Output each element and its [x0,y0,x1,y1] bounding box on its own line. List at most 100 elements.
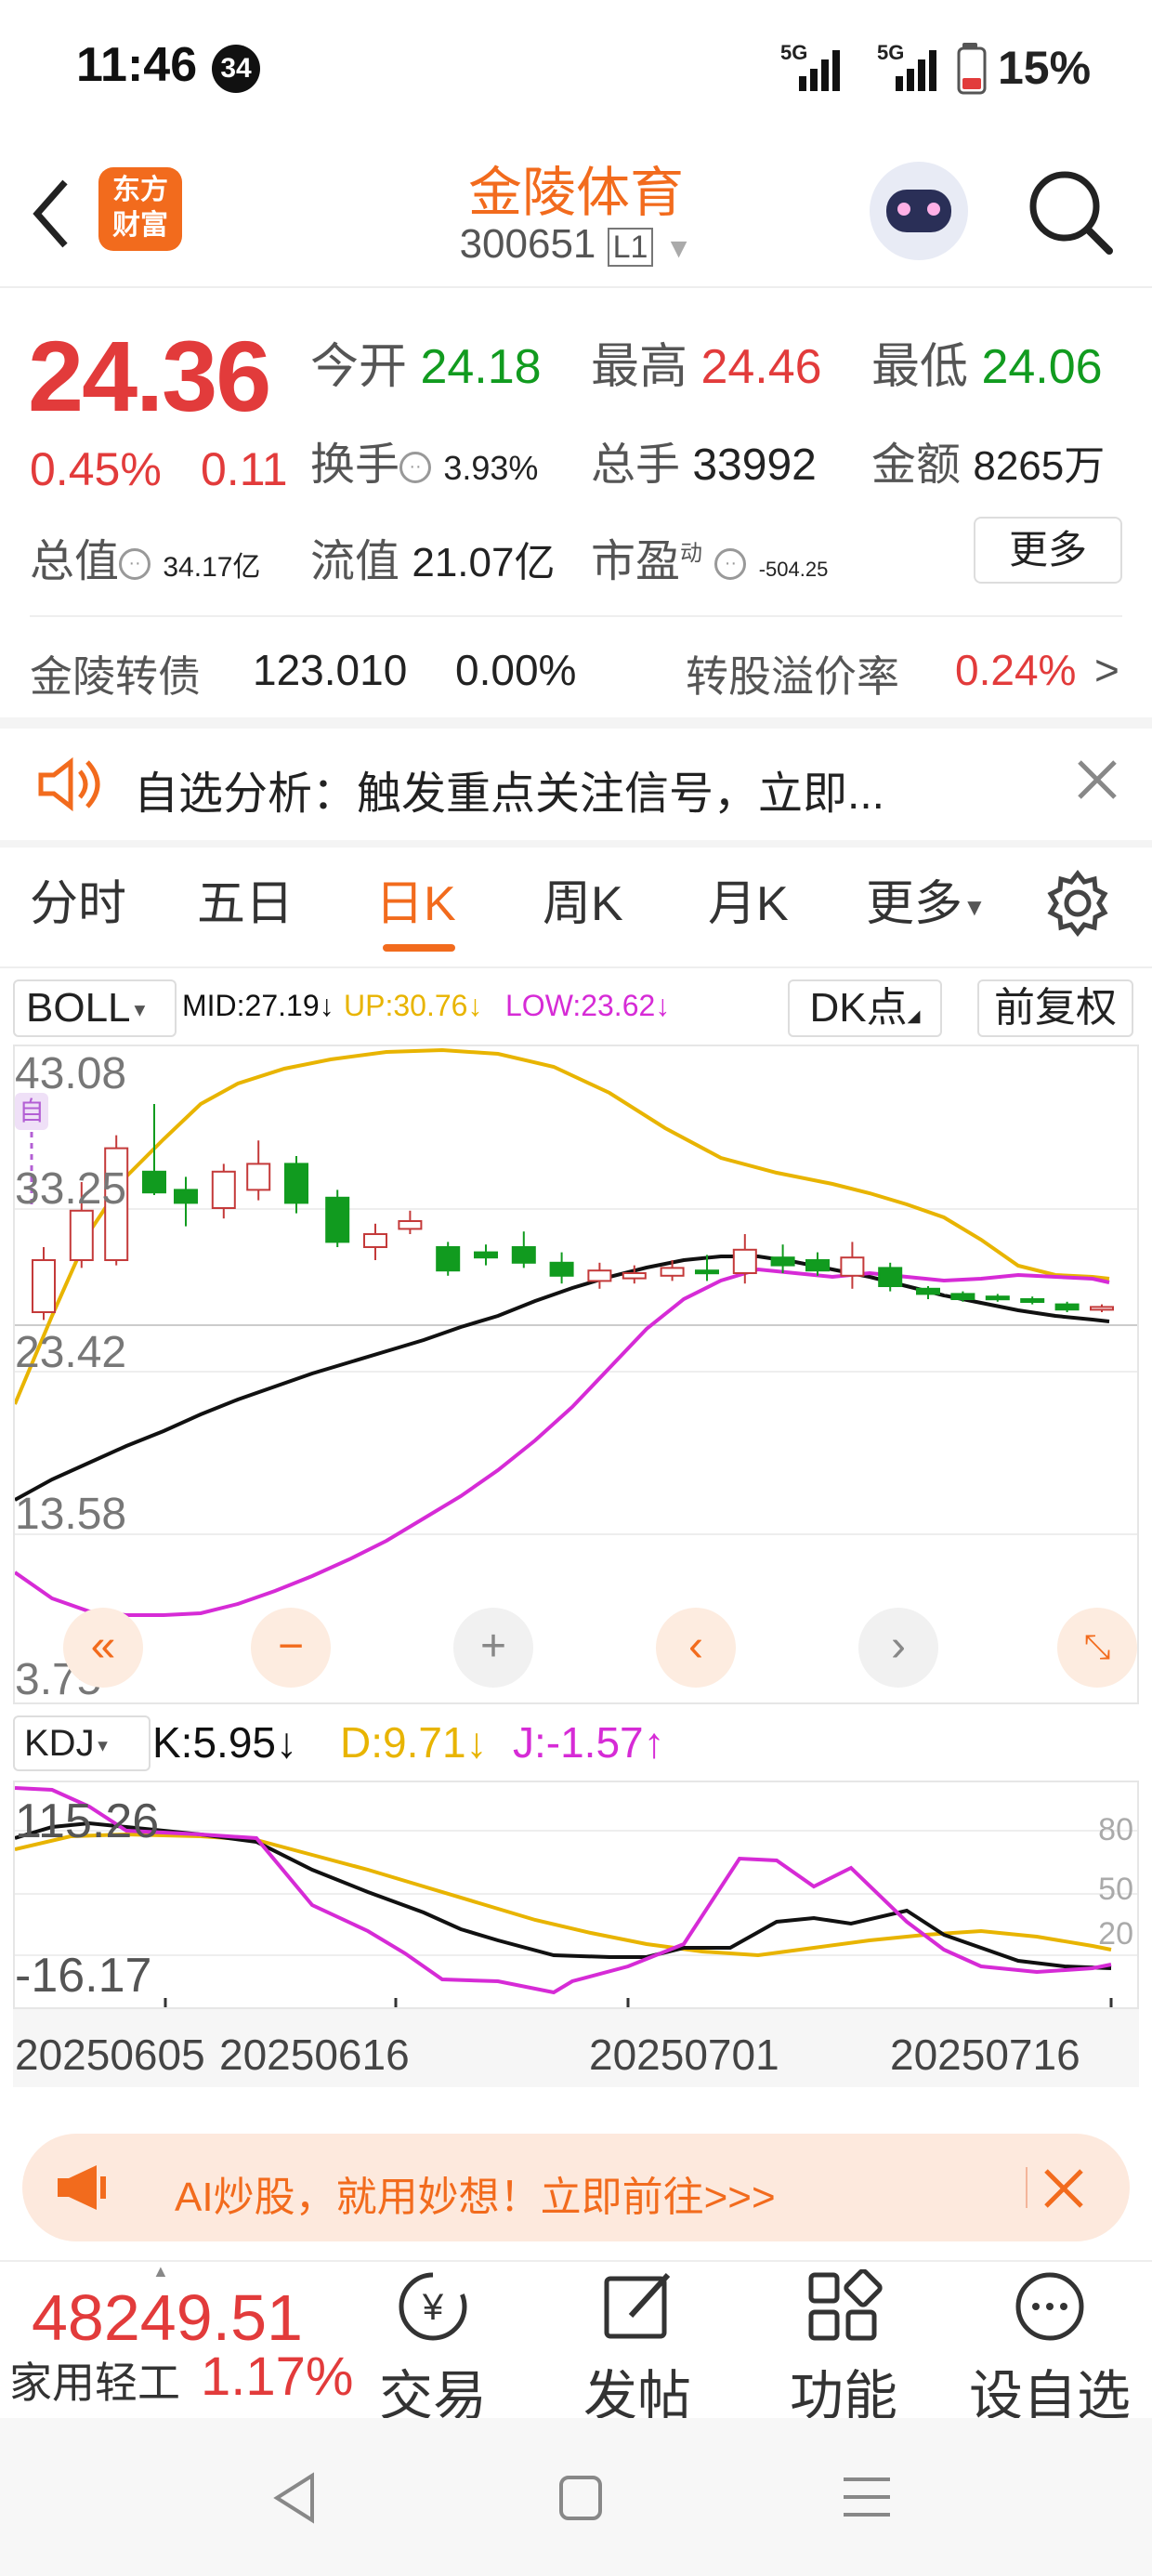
candle-body [985,1295,1010,1301]
stock-code-row[interactable]: 300651 L1 ▼ [0,221,1152,268]
candle-body [436,1246,461,1272]
candle-body [511,1246,536,1264]
premium-value: 0.24% [955,646,1077,694]
more-dots-icon [1015,2272,1084,2341]
dk-point-button[interactable]: DK点◢ [788,979,942,1037]
pe-value: -504.25 [758,558,829,581]
kdj-level-80: 80 [1098,1812,1133,1847]
nav-post[interactable]: 发帖 [544,2269,730,2430]
boll-low-line [15,1267,1110,1617]
status-time: 11:46 [76,38,198,92]
pan-right-icon[interactable]: › [858,1608,938,1688]
kline-chart[interactable]: 43.08 33.25 23.42 13.58 3.75 自 « − + ‹ ›… [13,1045,1139,1704]
active-tab-indicator [383,944,455,952]
tab-weekly-k[interactable]: 周K [543,864,623,934]
amount-label: 金额 [871,440,962,490]
ai-ad-banner[interactable]: AI炒股，就用妙想！立即前往>>> [22,2134,1130,2241]
speaker-icon [38,756,100,812]
system-nav-bar [0,2418,1152,2576]
more-button[interactable]: 更多 [974,517,1122,584]
bond-price: 123.010 [253,646,408,694]
level-badge: L1 [607,228,654,267]
kdj-d: D:9.71↓ [340,1718,488,1767]
app-header: 东方 财富 金陵体育 300651 L1 ▼ [0,139,1152,288]
system-home-icon[interactable] [557,2472,604,2524]
stock-code: 300651 [459,221,596,267]
nav-trade[interactable]: ¥ 交易 [340,2269,526,2430]
system-menu-icon[interactable] [842,2474,892,2520]
date-label-4: 20250716 [890,2031,1080,2079]
rewind-icon[interactable]: « [63,1608,143,1688]
index-change: 1.17% [201,2346,354,2407]
index-name: 家用轻工 [9,2359,180,2407]
boll-mid-line [15,1255,1110,1502]
candle-body [284,1163,308,1204]
nav-functions[interactable]: 功能 [751,2268,936,2430]
tab-daily-k[interactable]: 日K [375,864,456,934]
candle-body [549,1261,574,1277]
candle-body [1054,1303,1080,1311]
search-icon[interactable] [1026,165,1115,258]
self-select-tag: 自 [15,1093,48,1130]
y-label-2: 33.25 [15,1164,127,1214]
zoom-in-icon[interactable]: + [453,1608,533,1688]
fullscreen-icon[interactable]: ⤡ [1057,1608,1137,1688]
candle-body [1090,1306,1114,1311]
close-icon[interactable] [1076,758,1119,801]
stock-name[interactable]: 金陵体育 [0,149,1152,227]
nav-add-watchlist[interactable]: 设自选 [957,2269,1143,2430]
high-value: 24.46 [700,340,822,394]
boll-legend: BOLL▼ MID:27.19↓ UP:30.76↓ LOW:23.62↓ DK… [13,976,1139,1037]
date-label-2: 20250616 [214,2030,410,2080]
open-label: 今开 [310,340,408,394]
chevron-down-icon: ▼ [94,1736,111,1755]
amount-row: 金额 8265万 [871,427,1105,493]
y-label-1: 43.08 [15,1049,127,1098]
candle-body [1020,1298,1045,1303]
close-icon[interactable] [1042,2167,1085,2210]
candle-body [660,1267,685,1277]
notice-bar[interactable]: 自选分析：触发重点关注信号，立即... [0,729,1152,840]
settings-gear-icon[interactable] [1044,870,1111,937]
notice-text: 自选分析：触发重点关注信号，立即... [134,769,885,819]
tab-five-day[interactable]: 五日 [197,864,294,934]
signal-icon [799,50,840,91]
candle-body [695,1269,719,1275]
chevron-down-icon: ▼ [664,233,693,264]
system-back-icon[interactable] [271,2472,318,2524]
eye-icon[interactable]: ·· [119,548,151,581]
eye-icon[interactable]: ·· [714,548,747,581]
tab-more-label: 更多 [866,877,963,931]
high-row: 最高 24.46 [591,327,822,397]
adjust-button[interactable]: 前复权 [977,979,1133,1037]
float-label: 流值 [310,537,400,586]
index-widget[interactable]: ▲ 48249.51 家用轻工 1.17% [0,2262,353,2420]
indicator-select-boll[interactable]: BOLL▼ [13,979,177,1037]
divider [0,966,1152,968]
candle-body [916,1287,940,1295]
date-label-3: 20250701 [589,2031,779,2079]
bond-row[interactable]: 金陵转债 123.010 0.00% 转股溢价率 0.24% > [30,615,1122,717]
robot-avatar-icon[interactable] [870,162,968,260]
tab-intraday[interactable]: 分时 [30,864,126,934]
pan-left-icon[interactable]: ‹ [656,1608,736,1688]
low-row: 最低 24.06 [871,327,1103,397]
tab-more[interactable]: 更多▼ [866,864,987,934]
candle-body [142,1170,166,1194]
indicator-select-kdj[interactable]: KDJ▼ [13,1715,151,1771]
divider [0,840,1152,848]
bottom-toolbar: ▲ 48249.51 家用轻工 1.17% ¥ 交易 发帖 功能 设自选 [0,2260,1152,2426]
chevron-right-icon: > [1094,646,1119,694]
date-axis: 20250605 20250616 20250701 20250716 [13,2009,1139,2087]
tab-monthly-k[interactable]: 月K [708,864,789,934]
boll-mid: MID:27.19↓ [182,989,334,1022]
index-value: 48249.51 [32,2281,303,2354]
zoom-out-icon[interactable]: − [251,1608,331,1688]
low-value: 24.06 [981,340,1103,394]
kdj-chart[interactable]: 115.26 -16.17 80 50 20 [13,1781,1139,2009]
candle-body [211,1170,236,1210]
candle-body [69,1209,94,1262]
eye-icon[interactable]: ·· [399,452,432,484]
pe-superscript: 动 [680,541,703,566]
yen-circle-icon: ¥ [399,2272,467,2341]
